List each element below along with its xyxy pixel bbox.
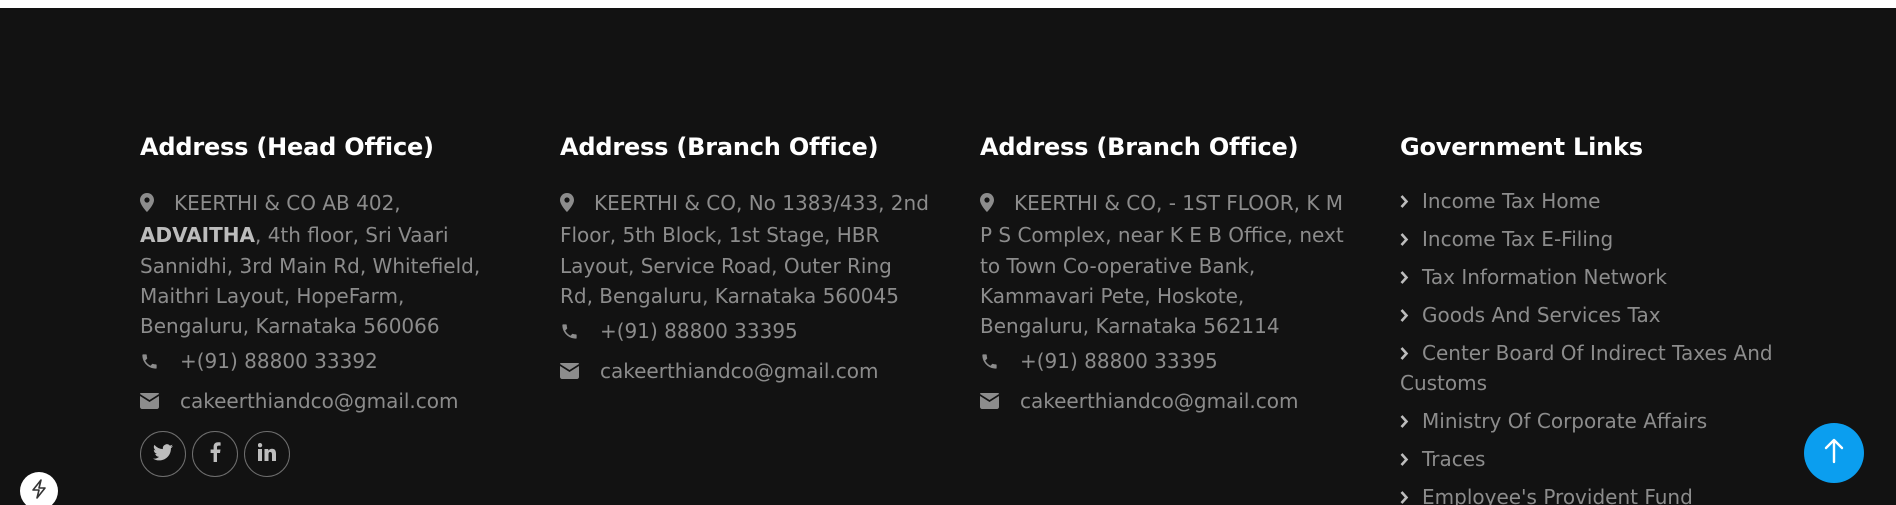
- branch-office-1-phone[interactable]: +(91) 88800 33395: [560, 311, 930, 351]
- chevron-right-icon: [1400, 406, 1410, 436]
- branch-office-1-email[interactable]: cakeerthiandco@gmail.com: [560, 351, 930, 391]
- head-office-column: Address (Head Office) KEERTHI & CO AB 40…: [140, 130, 510, 478]
- linkedin-icon: [257, 443, 276, 465]
- branch-office-2-email-text: cakeerthiandco@gmail.com: [1020, 389, 1299, 414]
- branch-office-2-email[interactable]: cakeerthiandco@gmail.com: [980, 381, 1350, 421]
- phone-icon: [140, 352, 162, 371]
- government-links-column: Government Links Income Tax Home Income …: [1400, 130, 1790, 505]
- gov-link-label: Income Tax E-Filing: [1422, 227, 1614, 251]
- head-office-phone-text: +(91) 88800 33392: [180, 349, 378, 374]
- chevron-right-icon: [1400, 482, 1410, 505]
- twitter-link[interactable]: [140, 431, 186, 478]
- envelope-icon: [980, 393, 1002, 410]
- gov-link-gst[interactable]: Goods And Services Tax: [1400, 300, 1790, 330]
- envelope-icon: [560, 363, 582, 380]
- gov-link-traces[interactable]: Traces: [1400, 444, 1790, 474]
- phone-icon: [560, 322, 582, 341]
- gov-link-tax-information-network[interactable]: Tax Information Network: [1400, 262, 1790, 292]
- head-office-title: Address (Head Office): [140, 133, 434, 161]
- lightning-icon: [31, 479, 47, 503]
- gov-link-income-tax-home[interactable]: Income Tax Home: [1400, 186, 1790, 216]
- branch-office-1-column: Address (Branch Office) KEERTHI & CO, No…: [560, 130, 930, 391]
- gov-link-label: Traces: [1422, 447, 1486, 471]
- map-marker-icon: [560, 190, 576, 220]
- gov-link-mca[interactable]: Ministry Of Corporate Affairs: [1400, 406, 1790, 436]
- map-marker-icon: [140, 190, 156, 220]
- gov-link-label: Center Board Of Indirect Taxes And Custo…: [1400, 341, 1773, 395]
- branch-office-2-title: Address (Branch Office): [980, 133, 1299, 161]
- branch-office-2-column: Address (Branch Office) KEERTHI & CO, - …: [980, 130, 1350, 421]
- envelope-icon: [140, 393, 162, 410]
- gov-link-label: Employee's Provident Fund: [1422, 485, 1693, 505]
- chevron-right-icon: [1400, 262, 1410, 292]
- branch-office-1-address: KEERTHI & CO, No 1383/433, 2nd Floor, 5t…: [560, 188, 930, 311]
- facebook-link[interactable]: [192, 431, 238, 478]
- head-office-address-bold: ADVAITHA: [140, 223, 255, 248]
- branch-office-2-phone[interactable]: +(91) 88800 33395: [980, 341, 1350, 381]
- branch-office-2-phone-text: +(91) 88800 33395: [1020, 349, 1218, 374]
- gov-link-label: Ministry Of Corporate Affairs: [1422, 409, 1708, 433]
- gov-link-epf[interactable]: Employee's Provident Fund: [1400, 482, 1790, 505]
- head-office-address: KEERTHI & CO AB 402, ADVAITHA, 4th floor…: [140, 188, 510, 341]
- head-office-email-text: cakeerthiandco@gmail.com: [180, 389, 459, 414]
- chevron-right-icon: [1400, 224, 1410, 254]
- head-office-address-text: KEERTHI & CO AB 402,: [174, 191, 401, 215]
- branch-office-1-email-text: cakeerthiandco@gmail.com: [600, 359, 879, 384]
- chevron-right-icon: [1400, 338, 1410, 368]
- branch-office-2-address: KEERTHI & CO, - 1ST FLOOR, K M P S Compl…: [980, 188, 1350, 341]
- government-links-list: Income Tax Home Income Tax E-Filing Tax …: [1400, 186, 1790, 505]
- gov-link-label: Goods And Services Tax: [1422, 303, 1661, 327]
- twitter-icon: [153, 444, 173, 465]
- chevron-right-icon: [1400, 186, 1410, 216]
- branch-office-2-address-text: KEERTHI & CO, - 1ST FLOOR, K M P S Compl…: [980, 191, 1344, 339]
- site-footer: Address (Head Office) KEERTHI & CO AB 40…: [0, 8, 1896, 505]
- gov-link-label: Tax Information Network: [1422, 265, 1667, 289]
- gov-link-cbic[interactable]: Center Board Of Indirect Taxes And Custo…: [1400, 338, 1790, 398]
- chevron-right-icon: [1400, 444, 1410, 474]
- map-marker-icon: [980, 190, 996, 220]
- branch-office-1-title: Address (Branch Office): [560, 133, 879, 161]
- social-links: [140, 431, 510, 478]
- arrow-up-icon: [1823, 438, 1845, 468]
- branch-office-1-phone-text: +(91) 88800 33395: [600, 319, 798, 344]
- phone-icon: [980, 352, 1002, 371]
- gov-link-label: Income Tax Home: [1422, 189, 1601, 213]
- head-office-phone[interactable]: +(91) 88800 33392: [140, 341, 510, 381]
- linkedin-link[interactable]: [244, 431, 290, 478]
- bolt-badge[interactable]: [20, 472, 58, 505]
- chevron-right-icon: [1400, 300, 1410, 330]
- head-office-email[interactable]: cakeerthiandco@gmail.com: [140, 381, 510, 421]
- branch-office-1-address-text: KEERTHI & CO, No 1383/433, 2nd Floor, 5t…: [560, 191, 929, 308]
- facebook-icon: [210, 442, 221, 466]
- back-to-top-button[interactable]: [1804, 423, 1864, 483]
- government-links-title: Government Links: [1400, 133, 1643, 161]
- gov-link-income-tax-efiling[interactable]: Income Tax E-Filing: [1400, 224, 1790, 254]
